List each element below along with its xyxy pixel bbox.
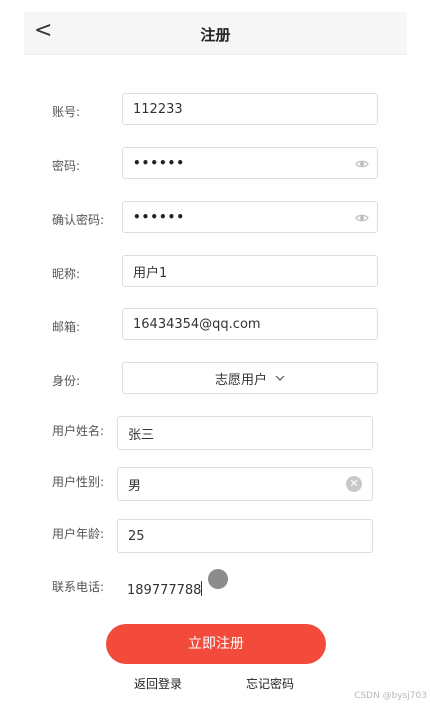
gender-value: 男 (128, 478, 142, 494)
account-value: 112233 (133, 101, 183, 117)
eye-icon[interactable] (355, 211, 369, 225)
age-value: 25 (128, 528, 145, 544)
text-caret (201, 581, 203, 596)
nickname-value: 用户1 (133, 265, 168, 281)
clear-icon[interactable]: ✕ (346, 476, 362, 492)
gender-label: 用户性别: (52, 475, 105, 489)
password-label: 密码: (52, 159, 81, 173)
nickname-input[interactable]: 用户1 (122, 255, 378, 287)
confirm-password-input[interactable]: •••••• (122, 201, 378, 233)
forgot-password-link[interactable]: 忘记密码 (246, 675, 294, 692)
email-value: 16434354@qq.com (133, 316, 261, 332)
watermark: CSDN @bysj703 (354, 691, 427, 701)
role-label: 身份: (52, 374, 81, 388)
touch-indicator (208, 569, 228, 589)
age-input[interactable]: 25 (117, 519, 373, 553)
account-input[interactable]: 112233 (122, 93, 378, 125)
email-label: 邮箱: (52, 320, 81, 334)
confirm-password-label: 确认密码: (52, 213, 105, 227)
role-select[interactable]: 志愿用户 (122, 362, 378, 394)
register-screen: < 注册 账号: 112233 密码: •••••• 确认密码: •••••• … (24, 12, 407, 692)
phone-input[interactable]: 189777788 (127, 581, 203, 598)
role-value: 志愿用户 (214, 372, 267, 388)
chevron-down-icon (275, 375, 285, 381)
confirm-password-value: •••••• (133, 210, 186, 224)
nickname-label: 昵称: (52, 267, 81, 281)
email-input[interactable]: 16434354@qq.com (122, 308, 378, 340)
register-button[interactable]: 立即注册 (106, 624, 326, 664)
top-bar: < 注册 (24, 12, 407, 55)
name-value: 张三 (128, 427, 155, 443)
name-label: 用户姓名: (52, 424, 105, 438)
page-title: 注册 (200, 26, 231, 44)
back-to-login-link[interactable]: 返回登录 (134, 675, 182, 692)
name-input[interactable]: 张三 (117, 416, 373, 450)
age-label: 用户年龄: (52, 527, 105, 541)
phone-label: 联系电话: (52, 580, 105, 594)
account-label: 账号: (52, 105, 81, 119)
password-input[interactable]: •••••• (122, 147, 378, 179)
gender-input[interactable]: 男 ✕ (117, 467, 373, 501)
phone-value: 189777788 (127, 583, 202, 598)
eye-icon[interactable] (355, 157, 369, 171)
password-value: •••••• (133, 156, 186, 170)
